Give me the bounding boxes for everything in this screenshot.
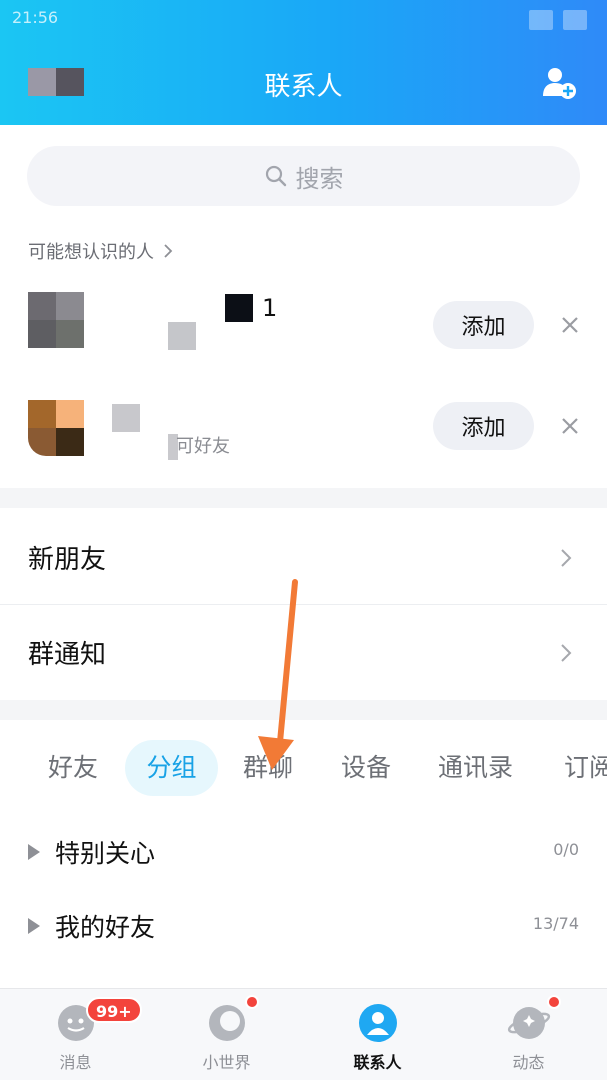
nav-label: 小世界: [202, 1053, 251, 1072]
suggestion-item[interactable]: 可好友 添加: [0, 380, 607, 470]
chevron-right-icon: [164, 244, 173, 258]
signal-icon: [529, 10, 553, 30]
small-world-icon: [209, 1005, 245, 1041]
group-notice-label: 群通知: [28, 640, 107, 670]
feed-planet-icon: [507, 1007, 551, 1039]
may-know-header[interactable]: 可能想认识的人: [28, 238, 174, 264]
notification-dot: [547, 995, 561, 1009]
nav-small-world[interactable]: 小世界: [151, 989, 302, 1081]
new-friends-label: 新朋友: [28, 545, 107, 575]
suggestion-subtitle: 可好友: [176, 436, 230, 457]
group-name: 特别关心: [55, 839, 156, 868]
avatar: [28, 400, 84, 456]
avatar: [28, 292, 84, 348]
chevron-right-icon: [561, 549, 572, 567]
tab-group-chats[interactable]: 群聊: [243, 740, 293, 796]
tab-devices[interactable]: 设备: [341, 740, 391, 796]
add-button[interactable]: 添加: [433, 402, 534, 450]
bottom-nav: 99+ 消息 小世界 联系人 动态: [0, 988, 607, 1080]
group-count: 13/74: [532, 914, 579, 933]
new-friends-row[interactable]: 新朋友: [0, 510, 607, 605]
tab-friends[interactable]: 好友: [48, 740, 98, 796]
nav-messages[interactable]: 99+ 消息: [0, 989, 151, 1081]
suggestion-item[interactable]: 1 添加: [0, 280, 607, 370]
nav-label: 动态: [512, 1053, 545, 1072]
expand-triangle-icon: [28, 918, 40, 934]
tab-subscriptions[interactable]: 订阅: [564, 740, 607, 796]
contact-tabs: 好友 分组 群聊 设备 通讯录 订阅: [0, 740, 607, 796]
blurred-sub-block: [168, 322, 196, 350]
nav-contacts[interactable]: 联系人: [302, 989, 453, 1081]
section-separator: [0, 488, 607, 508]
nav-label: 消息: [59, 1053, 92, 1072]
may-know-label: 可能想认识的人: [28, 242, 154, 263]
blurred-name-block: [225, 294, 253, 322]
close-icon[interactable]: [558, 313, 582, 337]
close-icon[interactable]: [558, 414, 582, 438]
section-separator: [0, 700, 607, 720]
search-input[interactable]: 搜索: [27, 146, 580, 206]
nav-label: 联系人: [353, 1053, 402, 1072]
group-name: 我的好友: [55, 913, 156, 942]
search-placeholder: 搜索: [295, 164, 344, 193]
chevron-right-icon: [561, 644, 572, 662]
tab-groups[interactable]: 分组: [125, 740, 218, 796]
nav-feed[interactable]: 动态: [453, 989, 604, 1081]
blurred-name-block: [112, 404, 140, 432]
add-button[interactable]: 添加: [433, 301, 534, 349]
unread-badge: 99+: [86, 997, 142, 1023]
group-item-my-friends[interactable]: 我的好友 13/74: [0, 896, 607, 956]
notification-dot: [245, 995, 259, 1009]
suggestion-name: 1: [262, 294, 278, 322]
search-icon: [265, 165, 286, 187]
page-title: 联系人: [264, 72, 343, 102]
status-icons: [529, 10, 587, 30]
group-count: 0/0: [553, 840, 579, 859]
add-contact-icon[interactable]: [541, 66, 577, 100]
tab-address-book[interactable]: 通讯录: [438, 740, 513, 796]
group-item-special-care[interactable]: 特别关心 0/0: [0, 822, 607, 882]
battery-icon: [563, 10, 587, 30]
group-notice-row[interactable]: 群通知: [0, 605, 607, 700]
contacts-icon: [359, 1004, 397, 1042]
header-bar: 21:56 联系人: [0, 0, 607, 125]
status-time: 21:56: [12, 8, 59, 27]
expand-triangle-icon: [28, 844, 40, 860]
